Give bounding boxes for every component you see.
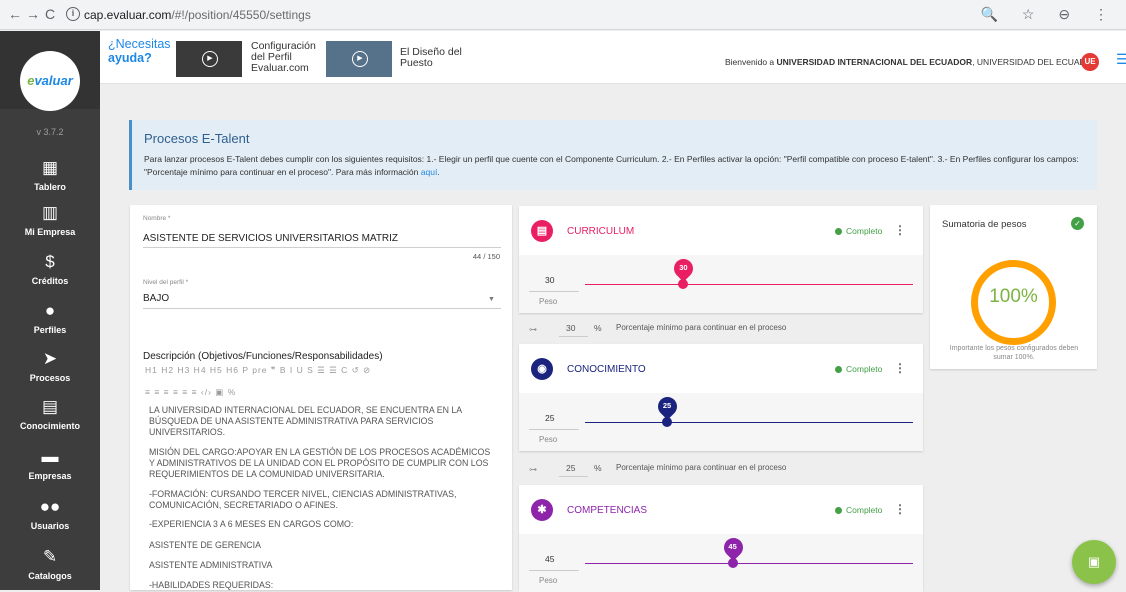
check-icon [835, 228, 842, 235]
dropdown-arrow-icon[interactable]: ▼ [488, 296, 495, 303]
rocket-icon: ➤ [42, 349, 58, 368]
back-icon[interactable]: ← [8, 6, 22, 22]
address-bar[interactable]: cap.evaluar.com/#!/position/45550/settin… [84, 8, 311, 22]
weight-label: Peso [539, 297, 558, 306]
status-badge: Completo [835, 505, 882, 515]
sidebar-item-catalogos[interactable]: ✎ Catalogos [0, 547, 100, 581]
video-title-2[interactable]: El Diseño del Puesto [400, 47, 462, 69]
sidebar-item-mi-empresa[interactable]: ▥ Mi Empresa [0, 203, 100, 237]
network-icon: ✱ [531, 499, 553, 521]
min-percent-input[interactable]: 25 [566, 463, 575, 473]
library-icon: ▤ [41, 397, 59, 416]
top-bar: ¿Necesitas ayuda? ▶ Configuración del Perf… [100, 31, 1126, 84]
notice-title: Procesos E-Talent [144, 131, 250, 146]
weight-slider[interactable]: 45 [585, 534, 913, 568]
sidebar-item-empresas[interactable]: ▬ Empresas [0, 447, 100, 481]
sidebar: evaluar v 3.7.2 ▦ Tablero ▥ Mi Empresa $ Cr… [0, 31, 100, 590]
video-title-1[interactable]: Configuración del Perfil Evaluar.com [251, 41, 316, 74]
section-competencias: ✱ COMPETENCIAS Completo ⋮ 45 Peso 45 [519, 485, 923, 592]
user-avatar[interactable]: UE [1081, 53, 1099, 71]
section-conocimiento: ◉ CONOCIMIENTO Completo ⋮ 25 Peso 25 [519, 344, 923, 451]
save-icon: ▣ [1087, 554, 1101, 569]
section-curriculum: ▤ CURRICULUM Completo ⋮ 30 Peso 30 [519, 206, 923, 313]
evaluar-logo[interactable]: evaluar [20, 51, 80, 111]
lightbulb-icon: ◉ [531, 358, 553, 380]
key-icon: ⊶ [529, 465, 537, 474]
min-percent-label: Porcentaje mínimo para continuar en el p… [616, 323, 787, 332]
summary-percent: 100% [989, 286, 1038, 307]
summary-title: Sumatoria de pesos [942, 219, 1027, 230]
play-icon: ▶ [202, 51, 218, 67]
name-counter: 44 / 150 [472, 252, 500, 261]
summary-note: Importante los pesos configurados deben … [949, 345, 1079, 361]
level-select[interactable]: BAJO [143, 293, 169, 304]
version-label: v 3.7.2 [36, 127, 64, 137]
editor-toolbar[interactable]: H1 H2 H3 H4 H5 H6 P pre ❞ B I U S ☰ ☰ C … [145, 365, 371, 376]
name-input[interactable]: ASISTENTE DE SERVICIOS UNIVERSITARIOS MA… [143, 233, 398, 244]
person-icon: ● [44, 301, 56, 320]
people-icon: ●● [39, 497, 61, 516]
profile-form-card: Nombre * ASISTENTE DE SERVICIOS UNIVERSI… [130, 205, 512, 590]
more-options-icon[interactable]: ⋮ [894, 223, 906, 237]
dashboard-icon: ▦ [41, 158, 59, 177]
description-label: Descripción (Objetivos/Funciones/Respons… [143, 351, 383, 362]
save-button[interactable]: ▣ [1072, 540, 1116, 584]
play-icon: ▶ [352, 51, 368, 67]
weight-value[interactable]: 30 [545, 275, 554, 285]
menu-icon[interactable]: ☰ [1116, 51, 1126, 68]
more-info-link[interactable]: aquí [421, 167, 438, 177]
notice-text: Para lanzar procesos E-Talent debes cump… [144, 154, 1079, 177]
weights-summary-card: Sumatoria de pesos ✓ 100% Importante los… [930, 205, 1097, 369]
dollar-icon: $ [45, 252, 55, 271]
sidebar-item-conocimiento[interactable]: ▤ Conocimiento [0, 397, 100, 431]
video-thumbnail-2[interactable]: ▶ [326, 41, 392, 77]
logo-area: evaluar [0, 31, 100, 111]
briefcase-icon: ▬ [41, 447, 59, 466]
name-label: Nombre * [143, 215, 171, 222]
status-badge: Completo [835, 226, 882, 236]
min-percent-input[interactable]: 30 [566, 323, 575, 333]
key-icon: ⊶ [529, 325, 537, 334]
sidebar-item-procesos[interactable]: ➤ Procesos [0, 349, 100, 383]
section-title: CURRICULUM [567, 226, 635, 237]
more-options-icon[interactable]: ⋮ [894, 502, 906, 516]
sidebar-item-perfiles[interactable]: ● Perfiles [0, 301, 100, 335]
more-options-icon[interactable]: ⋮ [894, 361, 906, 375]
welcome-text: Bienvenido a UNIVERSIDAD INTERNACIONAL D… [725, 57, 1099, 67]
browser-actions-icons[interactable]: 🔍 ☆ ⊖ ⋮ [981, 6, 1118, 23]
weight-label: Peso [539, 435, 558, 444]
section-title: CONOCIMIENTO [567, 364, 646, 375]
weight-label: Peso [539, 576, 558, 585]
etalent-notice: Procesos E-Talent Para lanzar procesos E… [129, 120, 1097, 190]
weight-value[interactable]: 45 [545, 554, 554, 564]
browser-toolbar: ← → C i cap.evaluar.com/#!/position/4555… [0, 0, 1126, 30]
section-title: COMPETENCIAS [567, 505, 648, 516]
weight-value[interactable]: 25 [545, 413, 554, 423]
building-icon: ▥ [41, 203, 59, 222]
weight-slider[interactable]: 30 [585, 255, 913, 289]
forward-icon[interactable]: → [26, 6, 40, 22]
help-link[interactable]: ¿Necesitas ayuda? [108, 37, 171, 65]
wrench-icon: ✎ [42, 547, 58, 566]
check-icon [835, 507, 842, 514]
sidebar-item-tablero[interactable]: ▦ Tablero [0, 158, 100, 192]
video-thumbnail-1[interactable]: ▶ [176, 41, 242, 77]
level-label: Nivel del perfil * [143, 279, 189, 286]
check-icon [835, 366, 842, 373]
sidebar-item-usuarios[interactable]: ●● Usuarios [0, 497, 100, 531]
reload-icon[interactable]: C [45, 6, 55, 22]
document-icon: ▤ [531, 220, 553, 242]
check-icon: ✓ [1071, 217, 1084, 230]
status-badge: Completo [835, 364, 882, 374]
info-icon[interactable]: i [66, 7, 80, 21]
weight-slider[interactable]: 25 [585, 393, 913, 427]
editor-toolbar-2[interactable]: ≡ ≡ ≡ ≡ ≡ ≡ ‹/› ▣ % [145, 387, 236, 398]
min-percent-label: Porcentaje mínimo para continuar en el p… [616, 463, 787, 472]
sidebar-item-creditos[interactable]: $ Créditos [0, 252, 100, 286]
